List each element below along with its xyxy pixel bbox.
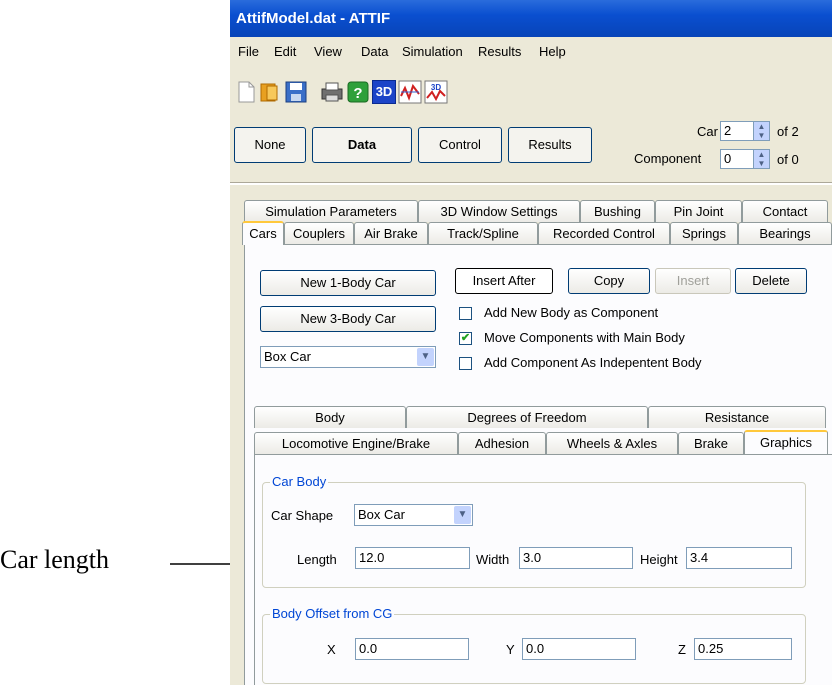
independent-body-checkbox[interactable] <box>459 357 472 370</box>
plot-icon[interactable] <box>398 80 422 104</box>
chevron-down-icon[interactable]: ▼ <box>454 506 471 524</box>
move-components-checkbox[interactable]: ✔ <box>459 332 472 345</box>
insert-button[interactable]: Insert <box>655 268 731 294</box>
tab-springs[interactable]: Springs <box>670 222 738 244</box>
print-icon[interactable] <box>320 80 344 104</box>
tab-couplers[interactable]: Couplers <box>284 222 354 244</box>
help-icon[interactable]: ? <box>346 80 370 104</box>
svg-text:?: ? <box>353 85 362 102</box>
3d-plot-icon[interactable]: 3D <box>424 80 448 104</box>
offset-x-label: X <box>327 642 336 657</box>
subtab-adhesion[interactable]: Adhesion <box>458 432 546 454</box>
component-label: Component <box>634 151 702 166</box>
component-spinner[interactable]: 0 ▲ ▼ <box>720 149 770 169</box>
chevron-down-icon[interactable]: ▼ <box>417 348 434 366</box>
subtab-locomotive-engine-brake[interactable]: Locomotive Engine/Brake <box>254 432 458 454</box>
car-body-group <box>262 482 806 588</box>
menu-bar: File Edit View Data Simulation Results H… <box>230 37 832 67</box>
component-spinner-value: 0 <box>724 151 732 166</box>
menu-help[interactable]: Help <box>539 37 566 67</box>
menu-view[interactable]: View <box>314 37 342 67</box>
app-window: AttifModel.dat - ATTIF File Edit View Da… <box>230 0 832 685</box>
none-button[interactable]: None <box>234 127 306 163</box>
subtab-resistance[interactable]: Resistance <box>648 406 826 428</box>
callout-label: Car length <box>0 545 110 574</box>
car-shape-select[interactable]: Box Car ▼ <box>354 504 473 526</box>
open-file-icon[interactable] <box>258 80 282 104</box>
subtab-body[interactable]: Body <box>254 406 406 428</box>
save-icon[interactable] <box>284 80 308 104</box>
car-type-select[interactable]: Box Car ▼ <box>260 346 436 368</box>
separator <box>230 182 832 185</box>
car-count: of 2 <box>777 124 799 139</box>
subtab-graphics[interactable]: Graphics <box>744 430 828 454</box>
component-count: of 0 <box>777 152 799 167</box>
tab-track-spline[interactable]: Track/Spline <box>428 222 538 244</box>
3d-view-icon[interactable]: 3D <box>372 80 396 104</box>
offset-z-field[interactable]: 0.25 <box>694 638 792 660</box>
offset-z-label: Z <box>678 642 686 657</box>
new-file-icon[interactable] <box>234 80 258 104</box>
move-components-label: Move Components with Main Body <box>484 330 685 345</box>
length-label: Length <box>297 552 337 567</box>
independent-body-label: Add Component As Indepentent Body <box>484 355 702 370</box>
control-button[interactable]: Control <box>418 127 502 163</box>
tab-air-brake[interactable]: Air Brake <box>354 222 428 244</box>
height-label: Height <box>640 552 678 567</box>
insert-after-button[interactable]: Insert After <box>455 268 553 294</box>
title-bar: AttifModel.dat - ATTIF <box>230 0 832 37</box>
car-body-group-label: Car Body <box>270 474 329 489</box>
height-field[interactable]: 3.4 <box>686 547 792 569</box>
car-shape-value: Box Car <box>358 507 405 522</box>
copy-button[interactable]: Copy <box>568 268 650 294</box>
car-spinner[interactable]: 2 ▲ ▼ <box>720 121 770 141</box>
car-type-value: Box Car <box>264 349 311 364</box>
tab-3d-window-settings[interactable]: 3D Window Settings <box>418 200 580 222</box>
toolbar: ? 3D 3D <box>230 72 832 112</box>
results-button[interactable]: Results <box>508 127 592 163</box>
data-button[interactable]: Data <box>312 127 412 163</box>
length-field[interactable]: 12.0 <box>355 547 470 569</box>
subtab-wheels-axles[interactable]: Wheels & Axles <box>546 432 678 454</box>
offset-y-field[interactable]: 0.0 <box>522 638 636 660</box>
car-label: Car <box>697 124 718 139</box>
car-spinner-value: 2 <box>724 123 732 138</box>
tab-bearings[interactable]: Bearings <box>738 222 832 244</box>
tab-cars[interactable]: Cars <box>242 221 284 245</box>
tab-simulation-parameters[interactable]: Simulation Parameters <box>244 200 418 222</box>
add-body-component-checkbox[interactable] <box>459 307 472 320</box>
offset-x-field[interactable]: 0.0 <box>355 638 469 660</box>
car-shape-label: Car Shape <box>271 508 334 523</box>
menu-simulation[interactable]: Simulation <box>402 37 463 67</box>
tab-bushing[interactable]: Bushing <box>580 200 655 222</box>
delete-button[interactable]: Delete <box>735 268 807 294</box>
spin-arrows-icon[interactable]: ▲ ▼ <box>753 122 769 140</box>
body-offset-group-label: Body Offset from CG <box>270 606 395 621</box>
add-body-component-label: Add New Body as Component <box>484 305 659 320</box>
menu-data[interactable]: Data <box>361 37 388 67</box>
menu-edit[interactable]: Edit <box>274 37 296 67</box>
tab-recorded-control[interactable]: Recorded Control <box>538 222 670 244</box>
new-1-body-car-button[interactable]: New 1-Body Car <box>260 270 436 296</box>
tab-pin-joint[interactable]: Pin Joint <box>655 200 742 222</box>
tab-contact[interactable]: Contact <box>742 200 828 222</box>
menu-file[interactable]: File <box>238 37 259 67</box>
menu-results[interactable]: Results <box>478 37 521 67</box>
offset-y-label: Y <box>506 642 515 657</box>
width-label: Width <box>476 552 510 567</box>
new-3-body-car-button[interactable]: New 3-Body Car <box>260 306 436 332</box>
width-field[interactable]: 3.0 <box>519 547 633 569</box>
spin-arrows-icon[interactable]: ▲ ▼ <box>753 150 769 168</box>
subtab-degrees-of-freedom[interactable]: Degrees of Freedom <box>406 406 648 428</box>
subtab-brake[interactable]: Brake <box>678 432 744 454</box>
